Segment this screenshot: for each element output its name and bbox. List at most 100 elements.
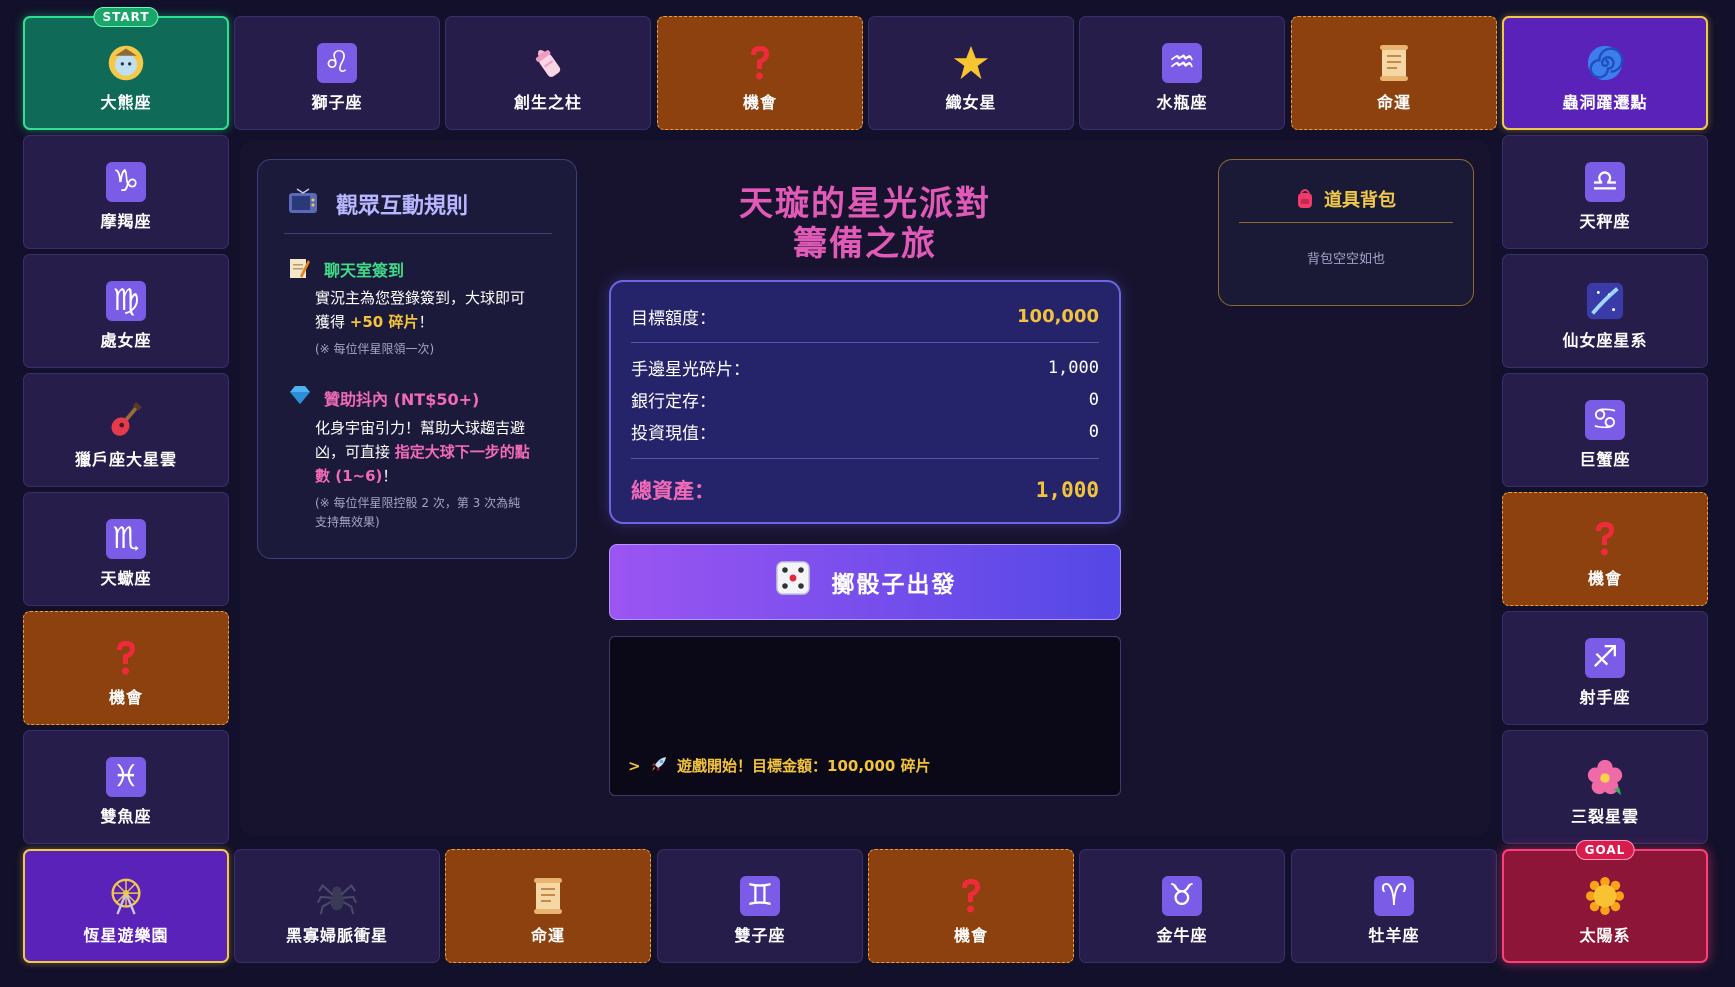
tile-gemini[interactable]: ♊ 雙子座 <box>657 849 863 963</box>
donate-line-1: 化身宇宙引力！幫助大球趨吉避 <box>315 419 526 437</box>
bank-label: 銀行定存： <box>631 392 716 412</box>
question-icon <box>951 876 991 916</box>
donate-text: 化身宇宙引力！幫助大球趨吉避 凶，可直接 指定大球下一步的點 數 (1~6)！ <box>315 416 555 488</box>
tile-scorpio[interactable]: ♏ 天蠍座 <box>23 492 229 606</box>
tile-label: 牡羊座 <box>1368 926 1420 945</box>
tile-sagittarius[interactable]: ♐ 射手座 <box>1502 611 1708 725</box>
flower-icon <box>1585 757 1625 797</box>
tile-label: 太陽系 <box>1579 926 1631 945</box>
tile-leo[interactable]: ♌ 獅子座 <box>234 16 440 130</box>
tile-virgo[interactable]: ♍ 處女座 <box>23 254 229 368</box>
tile-chance[interactable]: 機會 <box>868 849 1074 963</box>
inventory-panel: 道具背包 背包空空如也 <box>1218 159 1474 306</box>
galaxy-icon <box>1585 281 1625 321</box>
text: 獲得 <box>315 313 350 331</box>
tile-goal[interactable]: GOAL 太陽系 <box>1502 840 1708 963</box>
tile-taurus[interactable]: ♉ 金牛座 <box>1079 849 1285 963</box>
sun-icon <box>1585 876 1625 916</box>
tile-label: 獵戶座大星雲 <box>74 450 177 469</box>
target-row: 目標額度： 100,000 <box>631 304 1099 329</box>
tile-label: 織女星 <box>945 93 997 112</box>
divider <box>631 342 1099 343</box>
invest-value: 0 <box>1088 421 1099 442</box>
tile-pisces[interactable]: ♓ 雙魚座 <box>23 730 229 844</box>
capricorn-icon: ♑ <box>106 162 146 202</box>
donate-title: 贊助抖內 (NT$50+) <box>324 390 480 409</box>
invest-label: 投資現值： <box>631 424 716 444</box>
tile-chance[interactable]: 機會 <box>1502 492 1708 606</box>
finance-panel: 目標額度： 100,000 手邊星光碎片： 1,000 銀行定存： 0 投資現值… <box>609 280 1121 524</box>
tile-wormhole[interactable]: 蟲洞躍遷點 <box>1502 16 1708 130</box>
text: ！ <box>382 467 398 485</box>
tile-cancer[interactable]: ♋ 巨蟹座 <box>1502 373 1708 487</box>
donate-highlight: 指定大球下一步的點 <box>394 443 530 461</box>
sagittarius-icon: ♐ <box>1585 638 1625 678</box>
tile-fate[interactable]: 命運 <box>1291 16 1497 130</box>
question-icon <box>106 638 146 678</box>
question-icon <box>740 43 780 83</box>
tile-label: 摩羯座 <box>100 212 152 231</box>
roll-dice-button[interactable]: 擲骰子出發 <box>609 544 1121 620</box>
start-badge: START <box>93 7 159 27</box>
tile-label: 機會 <box>108 688 143 707</box>
tile-label: 三裂星雲 <box>1570 807 1639 826</box>
tile-label: 處女座 <box>100 331 152 350</box>
tile-label: 天蠍座 <box>100 569 152 588</box>
cancer-icon: ♋ <box>1585 400 1625 440</box>
reward-highlight: +50 碎片 <box>349 313 419 331</box>
title-line-2: 籌備之旅 <box>793 224 937 264</box>
divider <box>284 233 552 234</box>
rules-title: 觀眾互動規則 <box>336 194 469 219</box>
chat-checkin-note: (※ 每位伴星限領一次) <box>315 342 435 356</box>
tile-chance[interactable]: 機會 <box>657 16 863 130</box>
tile-label: 機會 <box>742 93 777 112</box>
roll-dice-label: 擲骰子出發 <box>831 572 957 598</box>
chat-checkin-line-1: 實況主為您登錄簽到，大球即可 <box>315 289 526 307</box>
donate-note: (※ 每位伴星限控骰 2 次，第 3 次為純 支持無效果) <box>315 494 555 532</box>
donate-line-3: 數 (1~6)！ <box>315 464 555 488</box>
tile-label: 命運 <box>530 926 565 945</box>
memo-icon <box>288 256 310 285</box>
tile-trifid-nebula[interactable]: 三裂星雲 <box>1502 730 1708 844</box>
tile-label: 水瓶座 <box>1156 93 1208 112</box>
scorpio-icon: ♏ <box>106 519 146 559</box>
tile-start[interactable]: START 大熊座 <box>23 7 229 130</box>
tile-star-park[interactable]: 恆星遊樂園 <box>23 849 229 963</box>
tile-vega[interactable]: 織女星 <box>868 16 1074 130</box>
question-icon <box>1585 519 1625 559</box>
taurus-icon: ♉ <box>1162 876 1202 916</box>
gemini-icon: ♊ <box>740 876 780 916</box>
tile-libra[interactable]: ♎ 天秤座 <box>1502 135 1708 249</box>
libra-icon: ♎ <box>1585 162 1625 202</box>
dice-icon <box>774 559 812 606</box>
tile-aries[interactable]: ♈ 牡羊座 <box>1291 849 1497 963</box>
tile-label: 蟲洞躍遷點 <box>1562 93 1648 112</box>
aquarius-icon: ♒ <box>1162 43 1202 83</box>
tile-label: 黑寡婦脈衝星 <box>285 926 388 945</box>
tile-fate[interactable]: 命運 <box>445 849 651 963</box>
cash-label: 手邊星光碎片： <box>631 360 750 380</box>
rocket-icon <box>650 755 668 777</box>
tile-label: 獅子座 <box>311 93 363 112</box>
game-log: > 遊戲開始！目標金額：100,000 碎片 <box>609 636 1121 796</box>
inventory-title: 道具背包 <box>1219 186 1473 214</box>
tile-pillars-of-creation[interactable]: 創生之柱 <box>445 16 651 130</box>
tile-orion-nebula[interactable]: 獵戶座大星雲 <box>23 373 229 487</box>
goal-badge: GOAL <box>1575 840 1635 860</box>
log-message: 遊戲開始！目標金額：100,000 碎片 <box>677 756 931 775</box>
aries-icon: ♈ <box>1374 876 1414 916</box>
tile-label: 射手座 <box>1579 688 1631 707</box>
divider <box>631 458 1099 459</box>
scroll-icon <box>528 876 568 916</box>
tile-chance[interactable]: 機會 <box>23 611 229 725</box>
tile-aquarius[interactable]: ♒ 水瓶座 <box>1079 16 1285 130</box>
tile-capricorn[interactable]: ♑ 摩羯座 <box>23 135 229 249</box>
ferris-wheel-icon <box>106 876 146 916</box>
tile-andromeda[interactable]: 仙女座星系 <box>1502 254 1708 368</box>
bank-row: 銀行定存： 0 <box>631 387 1099 413</box>
target-value: 100,000 <box>1017 306 1099 327</box>
note-line: (※ 每位伴星限控骰 2 次，第 3 次為純 <box>315 496 521 510</box>
tile-black-widow-pulsar[interactable]: 黑寡婦脈衝星 <box>234 849 440 963</box>
rules-panel: 觀眾互動規則 聊天室簽到 實況主為您登錄簽到，大球即可 獲得 +50 碎片！ (… <box>257 159 577 559</box>
text: ！ <box>418 313 434 331</box>
